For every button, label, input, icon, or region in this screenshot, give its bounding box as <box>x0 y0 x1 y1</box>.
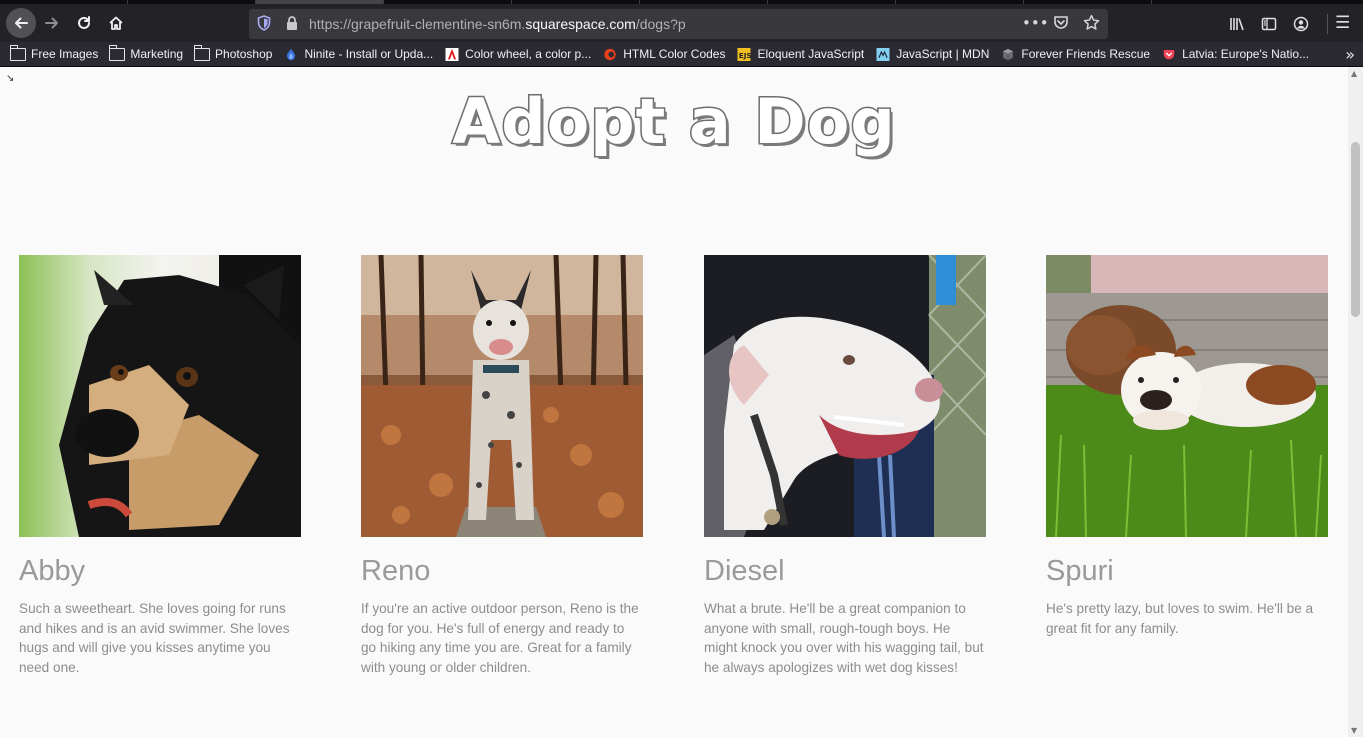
folder-icon <box>9 44 26 61</box>
dog-name: Diesel <box>704 555 785 587</box>
page-scrollbar[interactable]: ▲ ▼ <box>1348 67 1363 737</box>
page-title: Adopt a Dog <box>451 84 896 160</box>
dog-card-reno: Reno If you're an active outdoor person,… <box>361 255 643 678</box>
address-bar[interactable]: https://grapefruit-clementine-sn6m.squar… <box>249 9 1108 39</box>
dog-card-abby: Abby Such a sweetheart. She loves going … <box>19 255 301 678</box>
bookmark-item[interactable]: Ninite - Install or Upda... <box>283 44 433 64</box>
color-codes-icon <box>604 48 616 60</box>
bookmark-item[interactable]: Free Images <box>9 44 99 64</box>
svg-text:EJS: EJS <box>739 50 752 59</box>
tracking-shield-icon[interactable] <box>257 15 271 31</box>
bookmark-label: Latvia: Europe's Natio... <box>1182 47 1310 61</box>
back-button[interactable] <box>6 8 36 38</box>
dog-name: Reno <box>361 555 431 587</box>
mdn-icon <box>876 47 890 61</box>
toolbar-right <box>1228 16 1310 36</box>
dog-description: Such a sweetheart. She loves going for r… <box>19 601 290 676</box>
bookmarks-toolbar: Free Images Marketing Photoshop Ninite -… <box>0 42 1363 67</box>
chevron-double-right-icon[interactable]: » <box>1345 45 1355 64</box>
folder-icon <box>193 44 211 61</box>
bookmark-label: Photoshop <box>215 47 273 61</box>
bookmark-label: JavaScript | MDN <box>896 47 990 61</box>
bookmark-item[interactable]: Forever Friends Rescue <box>1000 44 1150 64</box>
cube-icon <box>1003 48 1014 60</box>
library-icon[interactable] <box>1228 16 1246 36</box>
dog-photo-abby[interactable] <box>19 255 301 537</box>
resize-arrow-icon: ↘ <box>6 73 15 84</box>
arrow-right-icon <box>45 17 58 29</box>
menu-icon[interactable]: ☰ <box>1335 13 1350 33</box>
dog-name: Spuri <box>1046 555 1114 587</box>
navigation-toolbar: https://grapefruit-clementine-sn6m.squar… <box>0 4 1363 42</box>
url-domain: squarespace.com <box>525 16 636 32</box>
reload-icon <box>78 16 90 29</box>
bookmark-star-icon[interactable] <box>1082 14 1100 35</box>
bookmark-label: HTML Color Codes <box>623 47 726 61</box>
dog-card-diesel: Diesel What a brute. He'll be a great co… <box>704 255 986 678</box>
bookmark-label: Color wheel, a color p... <box>465 47 592 61</box>
lock-icon[interactable] <box>285 15 299 31</box>
url-prefix: https://grapefruit-clementine-sn6m. <box>309 16 526 32</box>
bookmark-label: Eloquent JavaScript <box>757 47 865 61</box>
dog-name: Abby <box>19 555 86 587</box>
home-icon <box>109 16 123 30</box>
bookmark-label: Free Images <box>31 47 99 61</box>
reload-button[interactable] <box>70 9 98 37</box>
pocket-icon[interactable] <box>1052 14 1070 35</box>
dog-description: He's pretty lazy, but loves to swim. He'… <box>1046 601 1314 636</box>
dog-photo-diesel[interactable] <box>704 255 986 537</box>
pocket-icon <box>1163 49 1175 59</box>
scrollbar-thumb[interactable] <box>1351 142 1360 317</box>
bookmark-item[interactable]: EJS Eloquent JavaScript <box>736 44 864 64</box>
forward-button[interactable] <box>38 9 66 37</box>
dog-description: What a brute. He'll be a great companion… <box>704 601 984 676</box>
ninite-icon <box>287 48 296 60</box>
bookmark-item[interactable]: JavaScript | MDN <box>875 44 989 64</box>
sidebar-icon[interactable] <box>1260 16 1278 36</box>
url-text[interactable]: https://grapefruit-clementine-sn6m.squar… <box>309 16 686 32</box>
page-actions-icon[interactable]: ••• <box>1022 14 1049 35</box>
toolbar-separator <box>1327 14 1328 34</box>
scroll-up-icon[interactable]: ▲ <box>1351 69 1357 78</box>
bookmark-label: Forever Friends Rescue <box>1021 47 1151 61</box>
adobe-icon <box>445 47 459 61</box>
home-button[interactable] <box>102 9 130 37</box>
bookmark-label: Marketing <box>130 47 184 61</box>
scroll-down-icon[interactable]: ▼ <box>1351 726 1357 735</box>
url-actions: ••• <box>1022 14 1100 35</box>
url-path: /dogs?p <box>635 16 686 32</box>
page-content: ↘ Adopt a Dog Abby Such a sweetheart. Sh… <box>0 67 1348 737</box>
ejs-icon: EJS <box>737 47 752 61</box>
bookmark-item[interactable]: Photoshop <box>193 44 273 64</box>
folder-icon <box>108 44 126 61</box>
account-icon[interactable] <box>1292 16 1310 36</box>
dog-photo-reno[interactable] <box>361 255 643 537</box>
dog-description: If you're an active outdoor person, Reno… <box>361 601 639 676</box>
bookmark-item[interactable]: Latvia: Europe's Natio... <box>1161 44 1309 64</box>
bookmark-item[interactable]: Marketing <box>108 44 184 64</box>
bookmark-label: Ninite - Install or Upda... <box>304 47 434 61</box>
bookmark-item[interactable]: Color wheel, a color p... <box>444 44 591 64</box>
bookmark-item[interactable]: HTML Color Codes <box>602 44 725 64</box>
dog-card-spuri: Spuri He's pretty lazy, but loves to swi… <box>1046 255 1328 638</box>
arrow-left-icon <box>15 17 28 29</box>
dog-photo-spuri[interactable] <box>1046 255 1328 537</box>
